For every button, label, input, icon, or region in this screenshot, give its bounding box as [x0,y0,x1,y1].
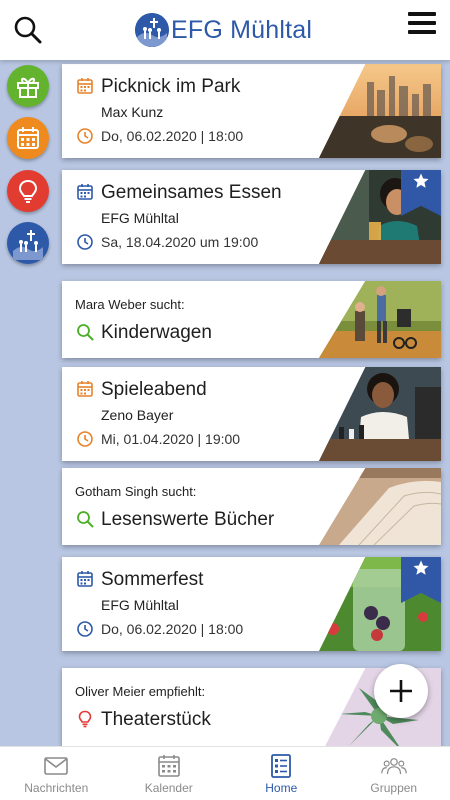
nav-label: Kalender [144,781,193,795]
event-organizer: Max Kunz [101,104,164,120]
nav-gruppen[interactable]: Gruppen [338,747,450,800]
sidebar-calendar-button[interactable] [7,117,49,159]
calendar-icon [17,127,39,149]
recommendation-title: Theaterstück [101,709,211,730]
event-card[interactable]: Sommerfest EFG Mühltal Do, 06.02.2020 | … [62,557,441,651]
event-image [319,64,441,158]
search-title: Lesenswerte Bücher [101,509,275,530]
event-date: Do, 06.02.2020 | 18:00 [101,621,244,637]
event-image [319,367,441,461]
event-title: Spieleabend [101,379,207,400]
nav-label: Home [265,781,298,795]
sidebar-ideas-button[interactable] [7,170,49,212]
app-logo[interactable]: EFG Mühltal [135,12,312,48]
calendar-icon [77,184,93,200]
clock-icon [77,431,93,447]
event-card[interactable]: Spieleabend Zeno Bayer Mi, 01.04.2020 | … [62,367,441,461]
event-date: Mi, 01.04.2020 | 19:00 [101,431,241,447]
event-title: Gemeinsames Essen [101,182,282,203]
search-card[interactable]: Mara Weber sucht: Kinderwagen [62,281,441,358]
menu-button[interactable] [408,12,436,38]
search-author: Mara Weber sucht: [75,297,185,312]
search-image [319,468,441,545]
event-organizer: EFG Mühltal [101,597,179,613]
search-button[interactable] [12,14,44,46]
event-title: Picknick im Park [101,76,241,97]
event-organizer: EFG Mühltal [101,210,179,226]
home-feed[interactable]: Picknick im Park Max Kunz Do, 06.02.2020… [0,60,450,746]
logo-mark-icon [135,13,169,47]
event-date: Do, 06.02.2020 | 18:00 [101,128,244,144]
mail-icon [44,757,69,775]
calendar-icon [77,381,93,397]
bottom-navigation: Nachrichten Kalender Home Gruppen [0,746,450,800]
search-card[interactable]: Gotham Singh sucht: Lesenswerte Bücher [62,468,441,545]
event-card[interactable]: Gemeinsames Essen EFG Mühltal Sa, 18.04.… [62,170,441,264]
people-icon [380,758,407,775]
clock-icon [77,128,93,144]
home-list-icon [271,754,292,778]
calendar-icon [77,571,93,587]
search-icon [77,324,94,341]
nav-home[interactable]: Home [225,747,338,800]
search-icon [14,16,42,44]
app-header: EFG Mühltal [0,0,450,60]
sidebar-gift-button[interactable] [7,65,49,107]
gift-icon [17,77,39,98]
sidebar-groups-button[interactable] [7,222,49,264]
event-date: Sa, 18.04.2020 um 19:00 [101,234,259,250]
search-title: Kinderwagen [101,322,212,343]
lightbulb-icon [18,179,38,203]
logo-text: EFG Mühltal [171,15,313,44]
event-organizer: Zeno Bayer [101,407,174,423]
groups-logo-icon [13,230,43,260]
nav-nachrichten[interactable]: Nachrichten [0,747,113,800]
search-icon [77,511,94,528]
nav-kalender[interactable]: Kalender [113,747,226,800]
search-image [319,281,441,358]
calendar-icon [157,755,180,777]
nav-label: Gruppen [370,781,418,795]
search-author: Gotham Singh sucht: [75,484,197,499]
recommendation-author: Oliver Meier empfiehlt: [75,684,206,699]
hamburger-menu-icon [408,12,436,34]
add-button[interactable] [374,664,428,718]
star-icon [413,560,429,575]
event-title: Sommerfest [101,569,204,590]
clock-icon [77,621,93,637]
star-icon [413,173,429,188]
lightbulb-icon [78,710,92,728]
calendar-icon [77,78,93,94]
nav-label: Nachrichten [24,781,89,795]
event-card[interactable]: Picknick im Park Max Kunz Do, 06.02.2020… [62,64,441,158]
clock-icon [77,234,93,250]
plus-icon [390,680,412,702]
